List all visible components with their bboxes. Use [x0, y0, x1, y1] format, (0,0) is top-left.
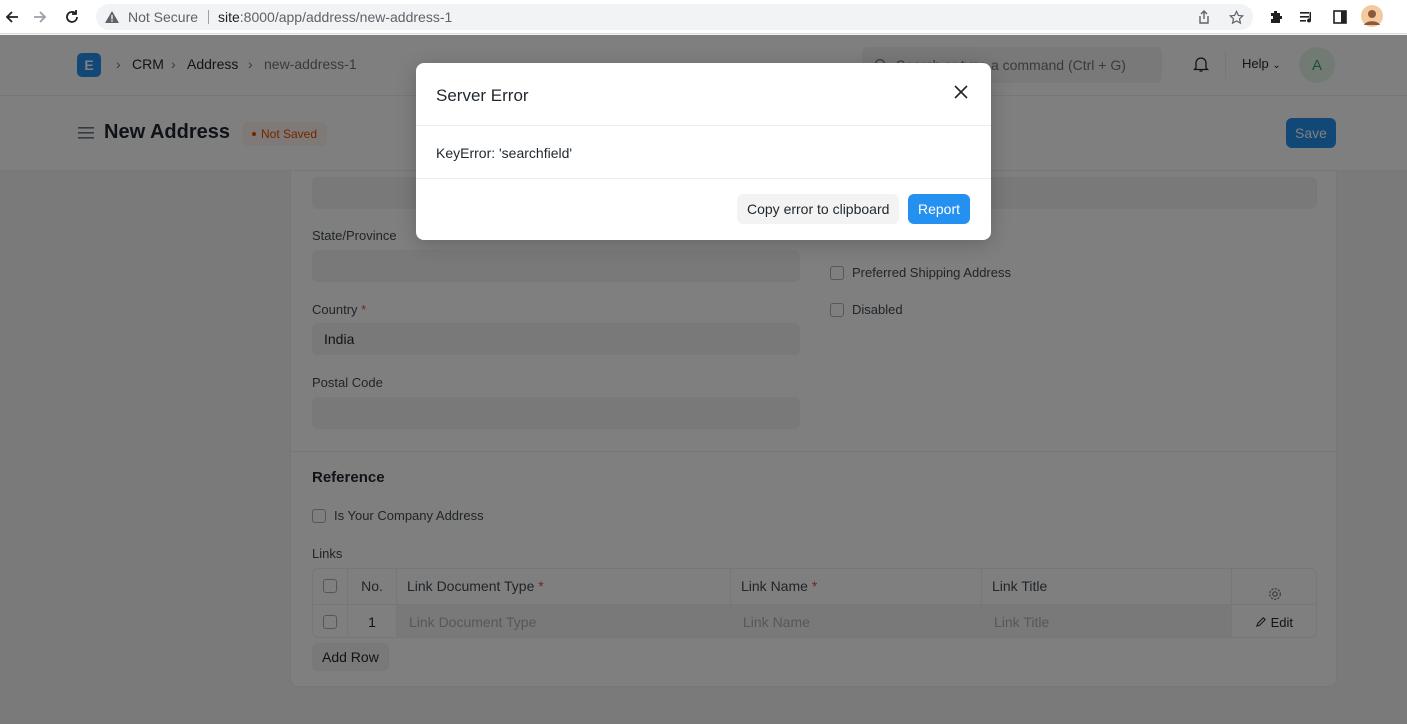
extensions-icon[interactable] — [1266, 7, 1286, 27]
back-icon[interactable] — [0, 5, 24, 29]
report-button[interactable]: Report — [908, 194, 971, 224]
media-icon[interactable] — [1297, 7, 1317, 27]
profile-icon[interactable] — [1361, 5, 1383, 27]
address-bar[interactable]: Not Secure site:8000/app/address/new-add… — [96, 4, 1253, 30]
server-error-dialog: Server Error KeyError: 'searchfield' Cop… — [416, 63, 991, 240]
share-icon[interactable] — [1194, 7, 1214, 27]
copy-error-button[interactable]: Copy error to clipboard — [737, 194, 900, 224]
url-text[interactable]: site:8000/app/address/new-address-1 — [218, 9, 452, 25]
divider — [416, 178, 991, 179]
divider — [208, 10, 209, 24]
reload-icon[interactable] — [60, 5, 84, 29]
warning-icon — [104, 9, 120, 25]
security-label[interactable]: Not Secure — [128, 9, 198, 25]
bookmark-star-icon[interactable] — [1226, 7, 1246, 27]
modal-title: Server Error — [436, 86, 529, 105]
divider — [416, 125, 991, 126]
error-message: KeyError: 'searchfield' — [436, 145, 573, 161]
browser-toolbar: Not Secure site:8000/app/address/new-add… — [0, 0, 1407, 34]
forward-icon[interactable] — [28, 5, 52, 29]
side-panel-icon[interactable] — [1330, 7, 1350, 27]
close-icon[interactable] — [952, 83, 970, 101]
